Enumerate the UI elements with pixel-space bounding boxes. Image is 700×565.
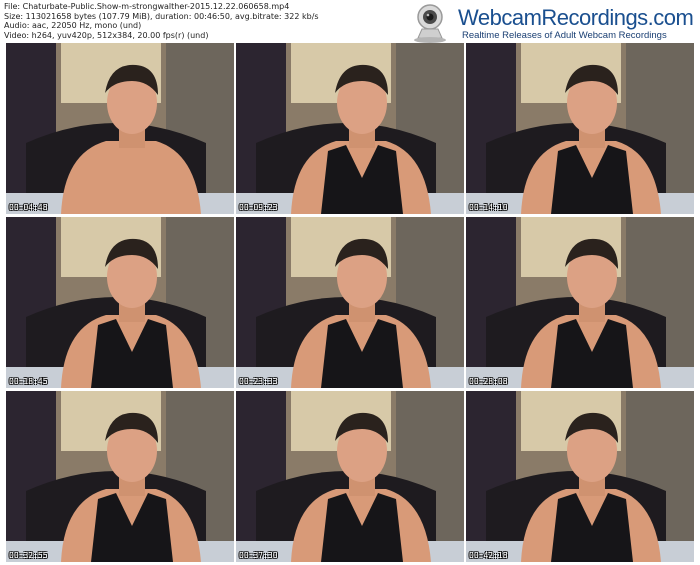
video-info: Video: h264, yuv420p, 512x384, 20.00 fps… — [4, 30, 209, 40]
thumbnail-frame[interactable]: 00:37:30 — [236, 391, 464, 562]
thumbnail-frame[interactable]: 00:09:23 — [236, 43, 464, 214]
video-frame-image — [236, 43, 464, 214]
thumbnail-frame[interactable]: 00:32:55 — [6, 391, 234, 562]
video-frame-image — [6, 217, 234, 388]
file-name: File: Chaturbate-Public.Show-m-strongwal… — [4, 2, 290, 11]
webcam-icon — [414, 4, 446, 43]
thumbnail-frame[interactable]: 00:18:45 — [6, 217, 234, 388]
thumbnail-frame[interactable]: 00:23:33 — [236, 217, 464, 388]
site-logo: WebcamRecordings.com Realtime Releases o… — [400, 2, 700, 43]
video-frame-image — [6, 391, 234, 562]
timestamp: 00:23:33 — [239, 377, 278, 386]
timestamp: 00:09:23 — [239, 203, 278, 212]
timestamp: 00:18:45 — [9, 377, 48, 386]
timestamp: 00:37:30 — [239, 551, 278, 560]
header: File: Chaturbate-Public.Show-m-strongwal… — [0, 0, 700, 43]
video-frame-image — [466, 217, 694, 388]
thumbnail-frame[interactable]: 00:42:18 — [466, 391, 694, 562]
file-size: Size: 113021658 bytes (107.79 MiB), dura… — [4, 11, 319, 21]
video-frame-image — [236, 217, 464, 388]
timestamp: 00:28:08 — [469, 377, 508, 386]
logo-title: WebcamRecordings.com — [458, 5, 694, 30]
timestamp: 00:14:10 — [469, 203, 508, 212]
thumbnail-frame[interactable]: 00:14:10 — [466, 43, 694, 214]
video-frame-image — [6, 43, 234, 214]
thumbnail-grid: 00:04:48 00:09:23 00:14:10 00:18:45 00:2… — [0, 40, 700, 565]
timestamp: 00:42:18 — [469, 551, 508, 560]
file-metadata: File: Chaturbate-Public.Show-m-strongwal… — [4, 2, 319, 40]
video-frame-image — [466, 391, 694, 562]
video-frame-image — [466, 43, 694, 214]
timestamp: 00:04:48 — [9, 203, 48, 212]
thumbnail-frame[interactable]: 00:04:48 — [6, 43, 234, 214]
thumbnail-frame[interactable]: 00:28:08 — [466, 217, 694, 388]
timestamp: 00:32:55 — [9, 551, 48, 560]
video-frame-image — [236, 391, 464, 562]
audio-info: Audio: aac, 22050 Hz, mono (und) — [4, 21, 142, 31]
